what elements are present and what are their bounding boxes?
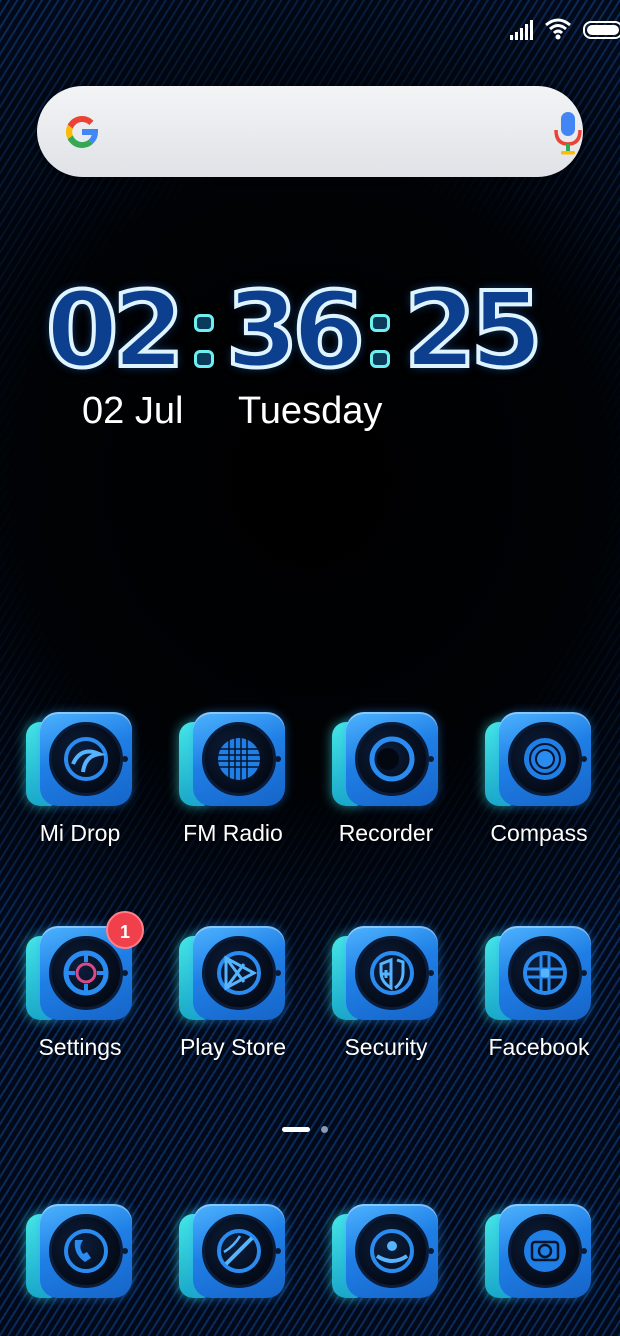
app-label: Security bbox=[344, 1034, 428, 1060]
page-indicator[interactable] bbox=[282, 1126, 342, 1134]
page-dot-active bbox=[282, 1127, 310, 1132]
page-dot[interactable] bbox=[321, 1126, 328, 1133]
battery-icon bbox=[583, 21, 620, 39]
play-store-icon bbox=[179, 926, 287, 1026]
clock-colon-dot bbox=[194, 350, 214, 368]
clock-date: 02 Jul bbox=[82, 390, 184, 432]
dock-phone[interactable] bbox=[5, 1204, 155, 1304]
signal-icon bbox=[510, 20, 533, 40]
app-label: Settings bbox=[38, 1034, 122, 1060]
compass-icon bbox=[485, 712, 593, 812]
mi-drop-icon bbox=[26, 712, 134, 812]
dock-camera[interactable] bbox=[464, 1204, 614, 1304]
clock-colon-dot bbox=[370, 350, 390, 368]
notification-badge: 1 bbox=[106, 911, 144, 949]
mic-icon[interactable] bbox=[551, 110, 585, 156]
clock-seconds: 25 bbox=[402, 269, 545, 391]
clock-colon-dot bbox=[370, 314, 390, 332]
clock-hours: 02 bbox=[44, 269, 187, 391]
dock-browser[interactable] bbox=[158, 1204, 308, 1304]
wifi-icon bbox=[545, 18, 571, 40]
app-compass[interactable]: Compass bbox=[464, 712, 614, 847]
app-label: Compass bbox=[490, 820, 588, 846]
clock-widget[interactable]: 02 36 25 bbox=[44, 269, 546, 391]
phone-icon bbox=[26, 1204, 134, 1304]
google-logo-icon bbox=[65, 115, 98, 148]
dock-messages[interactable] bbox=[311, 1204, 461, 1304]
camera-icon bbox=[485, 1204, 593, 1304]
app-security[interactable]: Security bbox=[311, 926, 461, 1061]
clock-minutes: 36 bbox=[224, 269, 367, 391]
app-label: Mi Drop bbox=[39, 820, 121, 846]
google-search-bar[interactable] bbox=[37, 86, 583, 177]
app-recorder[interactable]: Recorder bbox=[311, 712, 461, 847]
app-label: Facebook bbox=[488, 1034, 590, 1060]
status-bar bbox=[0, 8, 620, 42]
app-play-store[interactable]: Play Store bbox=[158, 926, 308, 1061]
app-mi-drop[interactable]: Mi Drop bbox=[5, 712, 155, 847]
app-label: FM Radio bbox=[183, 820, 283, 846]
clock-colon-dot bbox=[194, 314, 214, 332]
home-screen: 02 36 25 02 Jul Tuesday Mi Drop FM Radio… bbox=[0, 0, 620, 1336]
fm-radio-icon bbox=[179, 712, 287, 812]
app-label: Recorder bbox=[338, 820, 434, 846]
facebook-icon bbox=[485, 926, 593, 1026]
browser-icon bbox=[179, 1204, 287, 1304]
app-facebook[interactable]: Facebook bbox=[464, 926, 614, 1061]
recorder-icon bbox=[332, 712, 440, 812]
clock-day: Tuesday bbox=[238, 390, 383, 432]
app-label: Play Store bbox=[179, 1034, 287, 1060]
messages-icon bbox=[332, 1204, 440, 1304]
security-icon bbox=[332, 926, 440, 1026]
app-fm-radio[interactable]: FM Radio bbox=[158, 712, 308, 847]
